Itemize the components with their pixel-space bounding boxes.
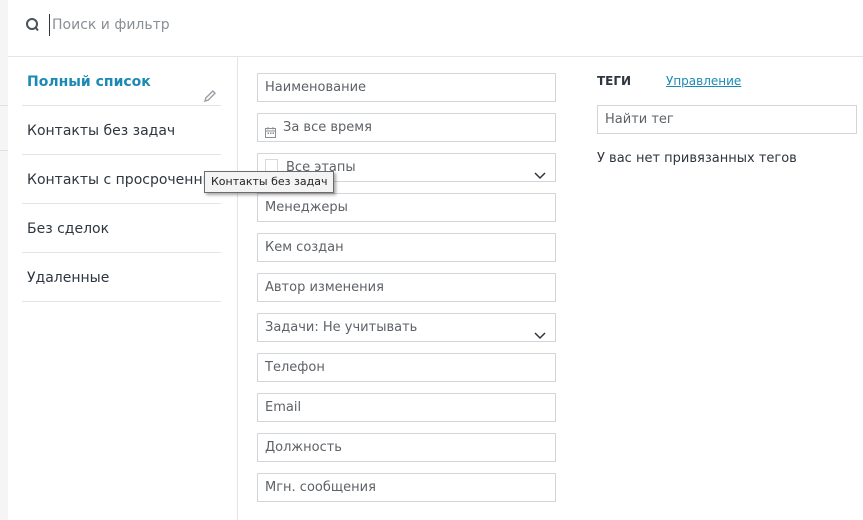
calendar-icon	[265, 121, 276, 138]
created-by-field[interactable]: Кем создан	[257, 233, 556, 262]
chevron-down-icon	[534, 163, 546, 180]
field-value: За все время	[283, 120, 372, 135]
date-range-field[interactable]: За все время	[257, 113, 556, 142]
divider	[0, 150, 8, 151]
divider	[0, 105, 8, 106]
field-placeholder: Наименование	[265, 80, 367, 95]
messengers-field[interactable]: Мгн. сообщения	[257, 473, 556, 502]
managers-field[interactable]: Менеджеры	[257, 193, 556, 222]
search-icon[interactable]	[25, 16, 43, 34]
field-placeholder: Должность	[265, 440, 342, 455]
modified-by-field[interactable]: Автор изменения	[257, 273, 556, 302]
field-placeholder: Кем создан	[265, 240, 344, 255]
position-field[interactable]: Должность	[257, 433, 556, 462]
chevron-down-icon	[534, 323, 546, 340]
field-placeholder: Мгн. сообщения	[265, 480, 376, 495]
email-field[interactable]: Email	[257, 393, 556, 422]
search-bar	[8, 0, 863, 57]
preset-label: Без сделок	[27, 221, 110, 237]
tooltip: Контакты без задач	[204, 171, 335, 193]
preset-without-deals[interactable]: Без сделок	[22, 205, 221, 253]
preset-label: Полный список	[27, 74, 151, 90]
field-placeholder: Автор изменения	[265, 280, 384, 295]
tags-title: ТЕГИ	[597, 74, 632, 88]
preset-deleted[interactable]: Удаленные	[22, 254, 221, 302]
field-placeholder: Телефон	[265, 360, 325, 375]
preset-contacts-without-tasks[interactable]: Контакты без задач	[22, 107, 221, 155]
tags-search-input[interactable]	[597, 105, 857, 134]
preset-contacts-overdue[interactable]: Контакты с просроченным...	[22, 156, 238, 204]
preset-label: Контакты без задач	[27, 123, 176, 139]
filter-presets-panel: Полный список Контакты без задач Контакт…	[8, 57, 238, 520]
tasks-select[interactable]: Задачи: Не учитывать	[257, 313, 556, 342]
field-placeholder: Менеджеры	[265, 200, 348, 215]
field-value: Задачи: Не учитывать	[265, 320, 418, 335]
preset-full-list[interactable]: Полный список	[22, 58, 221, 106]
name-field[interactable]: Наименование	[257, 73, 556, 102]
field-placeholder: Email	[265, 400, 302, 415]
tags-manage-link[interactable]: Управление	[666, 74, 741, 88]
tags-empty-message: У вас нет привязанных тегов	[597, 151, 797, 166]
preset-label: Удаленные	[27, 270, 110, 286]
pencil-icon[interactable]	[203, 75, 217, 102]
search-input[interactable]	[49, 14, 652, 36]
phone-field[interactable]: Телефон	[257, 353, 556, 382]
